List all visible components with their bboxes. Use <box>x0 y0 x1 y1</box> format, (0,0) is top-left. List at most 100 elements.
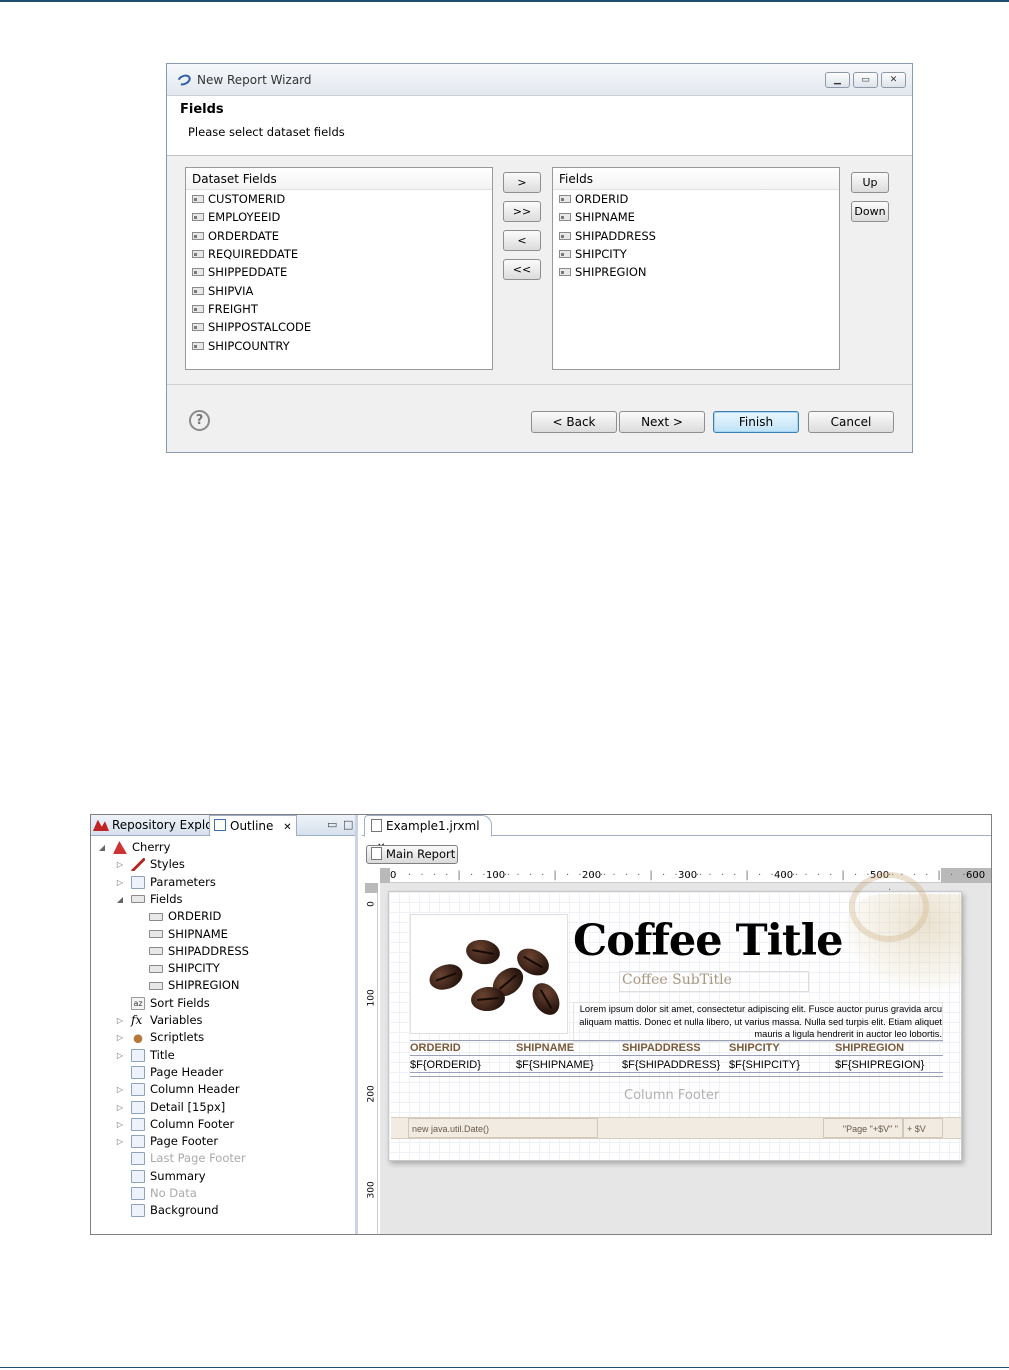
detail-shipregion[interactable]: $F{SHIPREGION} <box>835 1059 924 1071</box>
column-header-shipaddress[interactable]: SHIPADDRESS <box>622 1042 701 1054</box>
detail-shipaddress[interactable]: $F{SHIPADDRESS} <box>622 1059 720 1071</box>
dataset-field-item[interactable]: SHIPVIA <box>186 281 492 299</box>
close-tab-icon[interactable]: ✕ <box>283 822 291 833</box>
coffee-beans-image[interactable] <box>410 914 568 1034</box>
expand-toggle-icon[interactable]: ▷ <box>115 1047 125 1064</box>
selected-field-item[interactable]: SHIPADDRESS <box>553 227 839 245</box>
tree-node-detail-15px[interactable]: ▷ Detail [15px] <box>115 1099 225 1116</box>
dialog-separator <box>167 384 912 385</box>
dataset-field-item[interactable]: REQUIREDDATE <box>186 245 492 263</box>
tree-node-shipcity[interactable]: SHIPCITY <box>133 960 220 977</box>
pen-icon <box>131 858 145 872</box>
expand-toggle-icon[interactable]: ▷ <box>115 856 125 873</box>
add-all-fields-button[interactable]: >> <box>503 201 541 222</box>
close-button[interactable]: ✕ <box>881 72 906 88</box>
minimize-button[interactable]: ▁ <box>825 72 850 88</box>
dataset-field-item[interactable]: EMPLOYEEID <box>186 208 492 226</box>
expand-toggle-icon[interactable]: ▷ <box>115 1081 125 1098</box>
next-button[interactable]: Next > <box>619 411 705 433</box>
field-icon <box>559 250 571 259</box>
selected-field-item[interactable]: ORDERID <box>553 190 839 208</box>
dataset-field-item[interactable]: ORDERDATE <box>186 227 492 245</box>
remove-field-button[interactable]: < <box>503 230 541 251</box>
move-down-button[interactable]: Down <box>851 201 889 222</box>
move-up-button[interactable]: Up <box>851 172 889 193</box>
dataset-field-item[interactable]: SHIPCOUNTRY <box>186 336 492 354</box>
back-button[interactable]: < Back <box>531 411 617 433</box>
expand-toggle-icon[interactable]: ▷ <box>115 1133 125 1150</box>
report-title[interactable]: Coffee Title <box>573 916 843 966</box>
tree-node-page-footer[interactable]: ▷ Page Footer <box>115 1133 218 1150</box>
expand-toggle-icon[interactable]: ▷ <box>115 1116 125 1133</box>
tree-node-styles[interactable]: ▷ Styles <box>115 856 185 873</box>
report-description[interactable]: Lorem ipsum dolor sit amet, consectetur … <box>573 1002 943 1042</box>
tree-node-shipname[interactable]: SHIPNAME <box>133 926 228 943</box>
tree-node-orderid[interactable]: ORDERID <box>133 908 221 925</box>
maximize-button[interactable]: ▭ <box>853 72 878 88</box>
expand-toggle-icon[interactable]: ▷ <box>115 874 125 891</box>
cancel-button[interactable]: Cancel <box>808 411 894 433</box>
finish-button[interactable]: Finish <box>713 411 799 433</box>
dataset-field-item[interactable]: CUSTOMERID <box>186 190 492 208</box>
tree-node-root[interactable]: ◢ Cherry <box>97 839 170 856</box>
column-header-shipregion[interactable]: SHIPREGION <box>835 1042 904 1054</box>
selected-field-item[interactable]: SHIPREGION <box>553 263 839 281</box>
tree-node-label: Sort Fields <box>150 995 210 1010</box>
tab-outline[interactable]: Outline ✕ <box>209 815 297 836</box>
dataset-field-item[interactable]: FREIGHT <box>186 300 492 318</box>
tree-node-shipaddress[interactable]: SHIPADDRESS <box>133 943 249 960</box>
expand-toggle-icon[interactable]: ◢ <box>115 891 125 908</box>
vertical-ruler: 0 100 200 300 <box>365 883 378 1234</box>
dataset-field-item[interactable]: SHIPPOSTALCODE <box>186 318 492 336</box>
add-field-button[interactable]: > <box>503 172 541 193</box>
column-header-orderid[interactable]: ORDERID <box>410 1042 461 1054</box>
dataset-fields-list[interactable]: Dataset Fields CUSTOMERID EMPLOYEEID ORDER… <box>185 167 493 370</box>
minimize-view-icon[interactable]: ▭ <box>327 818 337 831</box>
main-report-button[interactable]: Main Report <box>366 845 458 864</box>
dataset-field-item[interactable]: SHIPPEDDATE <box>186 263 492 281</box>
detail-orderid[interactable]: $F{ORDERID} <box>410 1059 481 1071</box>
expanded-icon[interactable]: ◢ <box>97 839 107 856</box>
detail-shipname[interactable]: $F{SHIPNAME} <box>516 1059 594 1071</box>
selected-field-item[interactable]: SHIPCITY <box>553 245 839 263</box>
tree-node-fields[interactable]: ◢ Fields <box>115 891 183 908</box>
repository-icon <box>93 819 109 831</box>
tab-repository-explorer[interactable]: Repository Explore <box>91 815 209 836</box>
selected-fields-list[interactable]: Fields ORDERID SHIPNAME SHIPADDRESS SHIPCIT… <box>552 167 840 370</box>
tree-node-variables[interactable]: ▷ fx Variables <box>115 1012 203 1029</box>
expand-toggle-icon[interactable]: ▷ <box>115 1012 125 1029</box>
detail-shipcity[interactable]: $F{SHIPCITY} <box>729 1059 800 1071</box>
doc-icon <box>131 1152 145 1166</box>
expand-toggle-icon[interactable]: ▷ <box>115 1029 125 1046</box>
tree-node-background[interactable]: Background <box>115 1202 219 1219</box>
tree-node-scriptlets[interactable]: ▷ Scriptlets <box>115 1029 204 1046</box>
doc-icon <box>131 1187 145 1200</box>
report-subtitle[interactable]: Coffee SubTitle <box>619 971 809 992</box>
tree-node-no-data[interactable]: No Data <box>115 1185 197 1202</box>
tree-node-summary[interactable]: Summary <box>115 1168 206 1185</box>
footer-page-field[interactable]: "Page "+$V" " <box>823 1118 903 1138</box>
footer-page-total-field[interactable]: + $V <box>903 1118 943 1138</box>
tree-node-shipregion[interactable]: SHIPREGION <box>133 977 240 994</box>
tree-node-column-header[interactable]: ▷ Column Header <box>115 1081 240 1098</box>
tree-node-parameters[interactable]: ▷ Parameters <box>115 874 216 891</box>
remove-all-fields-button[interactable]: << <box>503 259 541 280</box>
footer-date-field[interactable]: new java.util.Date() <box>408 1118 598 1138</box>
field-icon <box>192 195 204 204</box>
column-footer-band[interactable]: Column Footer <box>624 1088 719 1103</box>
selected-field-item[interactable]: SHIPNAME <box>553 208 839 226</box>
expand-toggle-icon[interactable]: ▷ <box>115 1099 125 1116</box>
tree-node-title[interactable]: ▷ Title <box>115 1047 175 1064</box>
help-icon[interactable]: ? <box>189 410 210 431</box>
tree-node-sort-fields[interactable]: az Sort Fields <box>115 995 210 1012</box>
maximize-view-icon[interactable]: □ <box>343 818 353 831</box>
tree-node-label: SHIPADDRESS <box>168 943 249 958</box>
tree-node-column-footer[interactable]: ▷ Column Footer <box>115 1116 234 1133</box>
tree-node-last-page-footer[interactable]: Last Page Footer <box>115 1150 246 1167</box>
column-header-shipcity[interactable]: SHIPCITY <box>729 1042 780 1054</box>
tab-example1-jrxml[interactable]: Example1.jrxml ✕ <box>364 815 492 853</box>
tree-node-page-header[interactable]: Page Header <box>115 1064 223 1081</box>
column-header-shipname[interactable]: SHIPNAME <box>516 1042 574 1054</box>
dataset-field-item-label: FREIGHT <box>208 301 258 316</box>
field-icon <box>192 304 204 313</box>
